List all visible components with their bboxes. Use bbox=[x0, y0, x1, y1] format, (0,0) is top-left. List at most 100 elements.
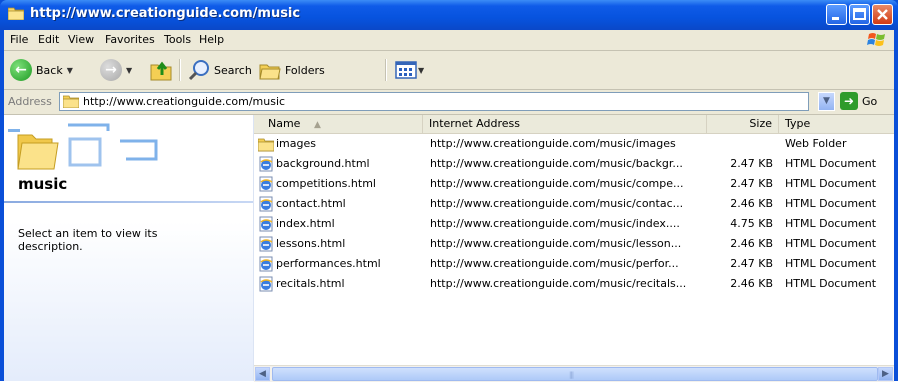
file-name: index.html bbox=[276, 217, 335, 230]
chevron-left-icon: ◀ bbox=[259, 369, 266, 379]
back-button[interactable]: ← Back ▼ bbox=[10, 58, 73, 82]
title-bar[interactable]: http://www.creationguide.com/music bbox=[0, 0, 898, 30]
up-folder-icon bbox=[150, 61, 172, 81]
column-label: Name bbox=[268, 117, 301, 130]
up-folder-button[interactable] bbox=[149, 58, 173, 82]
html-file-icon bbox=[259, 176, 273, 192]
grip-icon: ||| bbox=[569, 371, 574, 379]
table-row[interactable]: index.html http://www.creationguide.com/m… bbox=[254, 214, 894, 234]
file-address: http://www.creationguide.com/music/conta… bbox=[430, 197, 684, 210]
chevron-right-icon: ▶ bbox=[882, 369, 889, 379]
go-label: Go bbox=[862, 94, 878, 108]
content-area: music Select an item to view its descrip… bbox=[4, 115, 894, 382]
table-row[interactable]: competitions.html http://www.creationguid… bbox=[254, 174, 894, 194]
table-row[interactable]: recitals.html http://www.creationguide.co… bbox=[254, 274, 894, 294]
back-label: Back bbox=[36, 63, 63, 77]
folder-icon bbox=[63, 95, 79, 108]
file-type: HTML Document bbox=[785, 257, 877, 270]
file-name: competitions.html bbox=[276, 177, 376, 190]
file-address: http://www.creationguide.com/music/recit… bbox=[430, 277, 687, 290]
html-file-icon bbox=[259, 196, 273, 212]
table-row[interactable]: lessons.html http://www.creationguide.com… bbox=[254, 234, 894, 254]
minimize-icon bbox=[832, 17, 839, 20]
address-label: Address bbox=[8, 95, 52, 108]
file-type: HTML Document bbox=[785, 237, 877, 250]
file-size: 2.46 KB bbox=[730, 277, 773, 290]
scroll-right-button[interactable]: ▶ bbox=[878, 367, 893, 381]
go-button[interactable]: ➜ Go bbox=[840, 92, 877, 110]
details-pane: music Select an item to view its descrip… bbox=[4, 115, 254, 381]
menu-file[interactable]: File bbox=[10, 33, 28, 46]
large-folder-icon bbox=[8, 123, 158, 170]
views-icon bbox=[395, 61, 417, 79]
close-button[interactable] bbox=[872, 4, 893, 25]
views-button[interactable]: ▼ bbox=[395, 58, 424, 82]
forward-arrow-icon: → bbox=[100, 59, 122, 81]
file-type: HTML Document bbox=[785, 197, 877, 210]
sort-ascending-icon: ▲ bbox=[313, 120, 321, 130]
column-label: Size bbox=[749, 117, 772, 130]
folders-label: Folders bbox=[285, 63, 325, 77]
table-row[interactable]: contact.html http://www.creationguide.com… bbox=[254, 194, 894, 214]
html-file-icon bbox=[259, 156, 273, 172]
menu-view[interactable]: View bbox=[68, 33, 94, 46]
html-file-icon bbox=[259, 256, 273, 272]
menu-bar: File Edit View Favorites Tools Help bbox=[4, 30, 894, 51]
column-header-size[interactable]: Size bbox=[707, 115, 779, 133]
file-type: HTML Document bbox=[785, 157, 877, 170]
file-type: Web Folder bbox=[785, 137, 847, 150]
file-size: 2.46 KB bbox=[730, 237, 773, 250]
forward-dropdown-icon[interactable]: ▼ bbox=[126, 66, 132, 75]
forward-button[interactable]: → ▼ bbox=[100, 58, 132, 82]
file-name: performances.html bbox=[276, 257, 381, 270]
file-type: HTML Document bbox=[785, 177, 877, 190]
pane-title: music bbox=[18, 175, 68, 193]
close-icon bbox=[877, 9, 888, 20]
html-file-icon bbox=[259, 216, 273, 232]
file-address: http://www.creationguide.com/music/backg… bbox=[430, 157, 683, 170]
views-dropdown-icon[interactable]: ▼ bbox=[418, 66, 424, 75]
menu-tools[interactable]: Tools bbox=[164, 33, 191, 46]
folders-button[interactable]: Folders bbox=[259, 58, 325, 82]
file-name: images bbox=[276, 137, 316, 150]
search-button[interactable]: Search bbox=[188, 58, 252, 82]
file-address: http://www.creationguide.com/music/compe… bbox=[430, 177, 684, 190]
back-dropdown-icon[interactable]: ▼ bbox=[67, 66, 73, 75]
html-file-icon bbox=[259, 276, 273, 292]
file-size: 2.47 KB bbox=[730, 257, 773, 270]
column-header-address[interactable]: Internet Address bbox=[423, 115, 707, 133]
column-header-name[interactable]: Name ▲ bbox=[254, 115, 423, 133]
menu-help[interactable]: Help bbox=[199, 33, 224, 46]
horizontal-scrollbar[interactable]: ◀ ||| ▶ bbox=[254, 365, 894, 382]
pane-description: Select an item to view its description. bbox=[18, 227, 158, 253]
address-bar: Address http://www.creationguide.com/mus… bbox=[4, 90, 894, 115]
address-dropdown-button[interactable]: ▼ bbox=[818, 92, 835, 111]
window-title: http://www.creationguide.com/music bbox=[30, 6, 301, 21]
column-label: Internet Address bbox=[429, 117, 520, 130]
maximize-icon bbox=[853, 8, 866, 20]
maximize-button[interactable] bbox=[849, 4, 870, 25]
scrollbar-thumb[interactable]: ||| bbox=[272, 367, 878, 381]
explorer-window: http://www.creationguide.com/music File … bbox=[0, 0, 898, 382]
file-size: 2.46 KB bbox=[730, 197, 773, 210]
menu-favorites[interactable]: Favorites bbox=[105, 33, 155, 46]
back-arrow-icon: ← bbox=[10, 59, 32, 81]
table-row[interactable]: images http://www.creationguide.com/music… bbox=[254, 134, 894, 154]
scroll-left-button[interactable]: ◀ bbox=[255, 367, 270, 381]
minimize-button[interactable] bbox=[826, 4, 847, 25]
file-type: HTML Document bbox=[785, 277, 877, 290]
file-size: 4.75 KB bbox=[730, 217, 773, 230]
file-address: http://www.creationguide.com/music/index… bbox=[430, 217, 680, 230]
file-name: recitals.html bbox=[276, 277, 345, 290]
address-input[interactable]: http://www.creationguide.com/music bbox=[59, 92, 809, 111]
address-value: http://www.creationguide.com/music bbox=[83, 95, 286, 108]
file-size: 2.47 KB bbox=[730, 177, 773, 190]
file-address: http://www.creationguide.com/music/lesso… bbox=[430, 237, 682, 250]
toolbar-separator bbox=[179, 59, 181, 81]
file-address: http://www.creationguide.com/music/perfo… bbox=[430, 257, 679, 270]
table-row[interactable]: performances.html http://www.creationguid… bbox=[254, 254, 894, 274]
table-row[interactable]: background.html http://www.creationguide.… bbox=[254, 154, 894, 174]
search-icon bbox=[188, 60, 209, 81]
menu-edit[interactable]: Edit bbox=[38, 33, 59, 46]
column-header-type[interactable]: Type bbox=[779, 115, 894, 133]
